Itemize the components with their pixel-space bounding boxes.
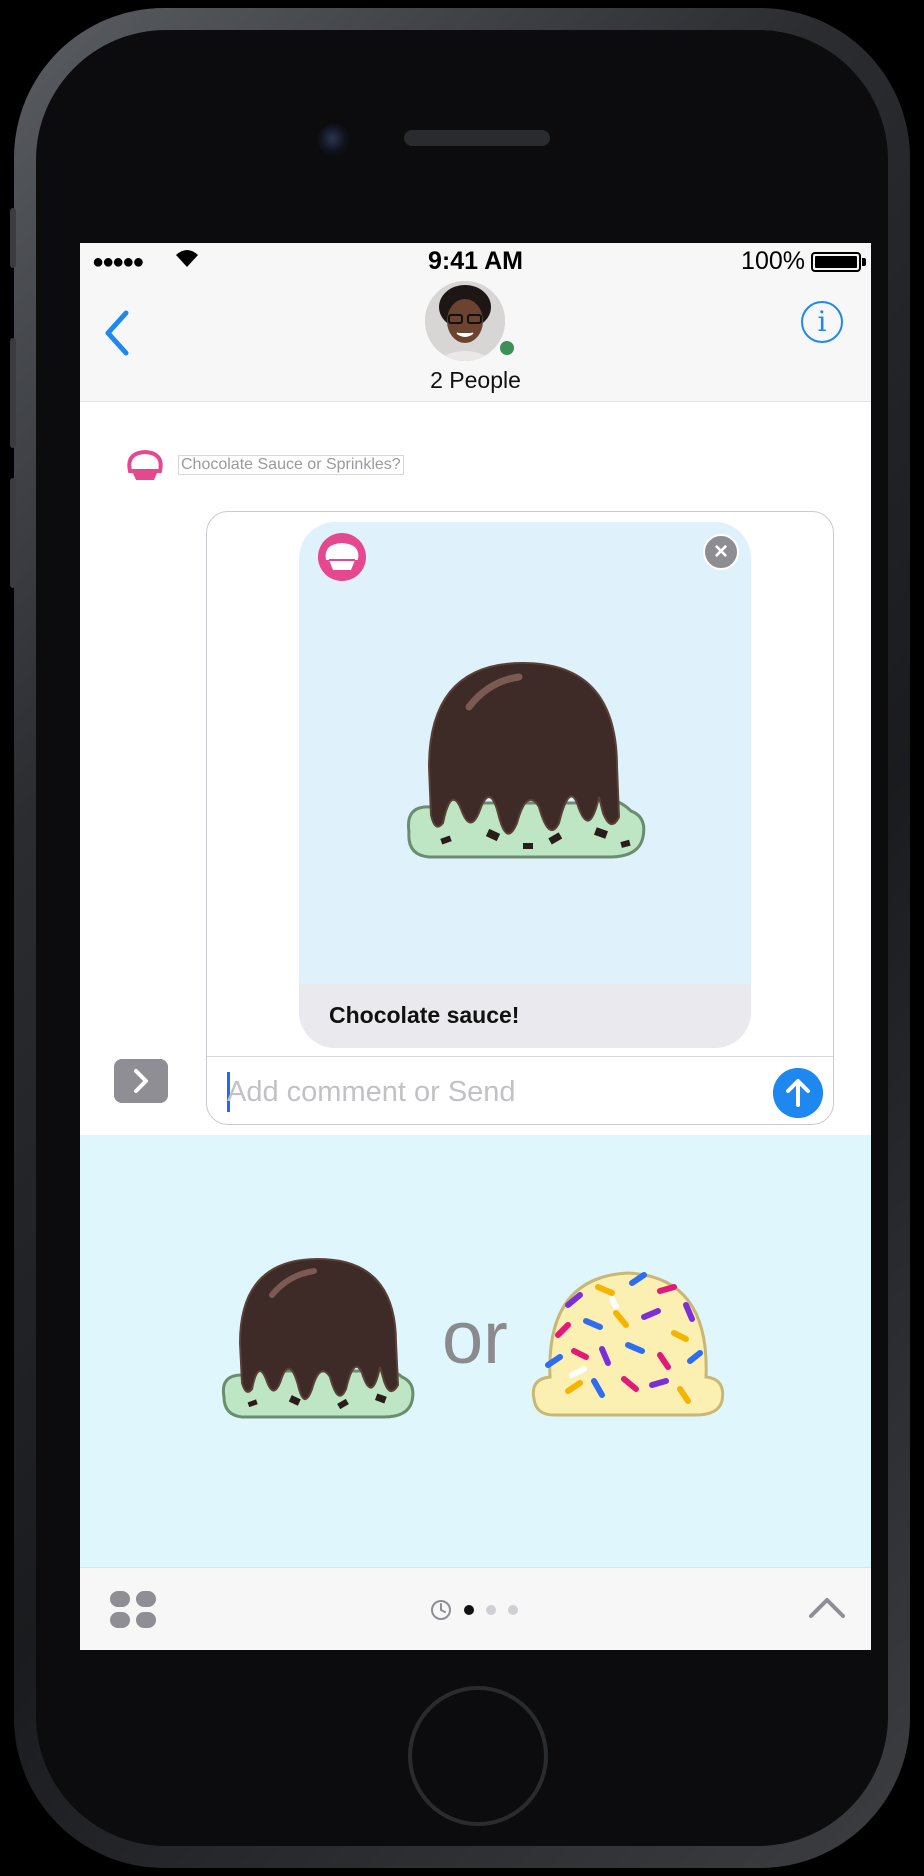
- compose-card: × Chocolate sauce!: [206, 511, 834, 1125]
- battery-tip: [862, 258, 866, 266]
- chevron-up-icon[interactable]: [805, 1590, 849, 1626]
- chocolate-sauce-ice-cream-image: [406, 661, 646, 859]
- volume-down-button: [10, 478, 16, 588]
- battery-percentage: 100%: [741, 247, 805, 275]
- person-photo: [425, 281, 505, 361]
- send-arrow-icon[interactable]: [773, 1068, 823, 1118]
- dismiss-button[interactable]: ×: [703, 534, 739, 570]
- back-chevron-icon[interactable]: [98, 307, 138, 359]
- imessage-app-drawer: or: [80, 1135, 871, 1567]
- page-dot[interactable]: [464, 1605, 474, 1615]
- ice-cream-app-icon: [318, 533, 366, 581]
- participant-avatar[interactable]: [425, 281, 505, 361]
- conversation-header: 2 People i: [80, 277, 871, 402]
- clock-icon[interactable]: [430, 1599, 452, 1621]
- front-camera: [318, 124, 350, 156]
- ice-cream-app-icon: [127, 449, 163, 480]
- message-caption-bar: Chocolate sauce!: [299, 984, 751, 1048]
- conversation-area: Chocolate Sauce or Sprinkles? × Chocolat…: [80, 403, 871, 1133]
- home-button[interactable]: [408, 1686, 548, 1826]
- messages-screen: ●●●●● 9:41 AM 100% 2 People i Chocolate …: [80, 243, 871, 1650]
- volume-up-button: [10, 338, 16, 448]
- comment-input[interactable]: [227, 1070, 757, 1114]
- app-tray: [80, 1567, 871, 1650]
- page-dot[interactable]: [508, 1605, 518, 1615]
- composer-divider: [207, 1056, 833, 1057]
- info-icon[interactable]: i: [801, 301, 843, 343]
- mute-switch: [10, 208, 16, 268]
- page-dot[interactable]: [486, 1605, 496, 1615]
- expand-chevron-icon[interactable]: [114, 1059, 168, 1103]
- battery-level: [815, 256, 857, 268]
- second-participant-avatar: [498, 339, 516, 357]
- or-separator: or: [442, 1296, 508, 1379]
- chocolate-sauce-choice[interactable]: [218, 1247, 418, 1425]
- interactive-message-card[interactable]: × Chocolate sauce!: [299, 522, 751, 1048]
- message-card-caption: Chocolate sauce!: [329, 1002, 520, 1028]
- conversation-title[interactable]: 2 People: [80, 367, 871, 394]
- app-drawer-icon[interactable]: [108, 1590, 158, 1630]
- page-indicator[interactable]: [430, 1598, 518, 1622]
- message-caption: Chocolate Sauce or Sprinkles?: [178, 455, 404, 475]
- battery-icon: [811, 252, 861, 272]
- sprinkles-choice[interactable]: [528, 1265, 728, 1423]
- earpiece-speaker: [404, 130, 550, 146]
- status-bar: ●●●●● 9:41 AM 100%: [80, 243, 871, 277]
